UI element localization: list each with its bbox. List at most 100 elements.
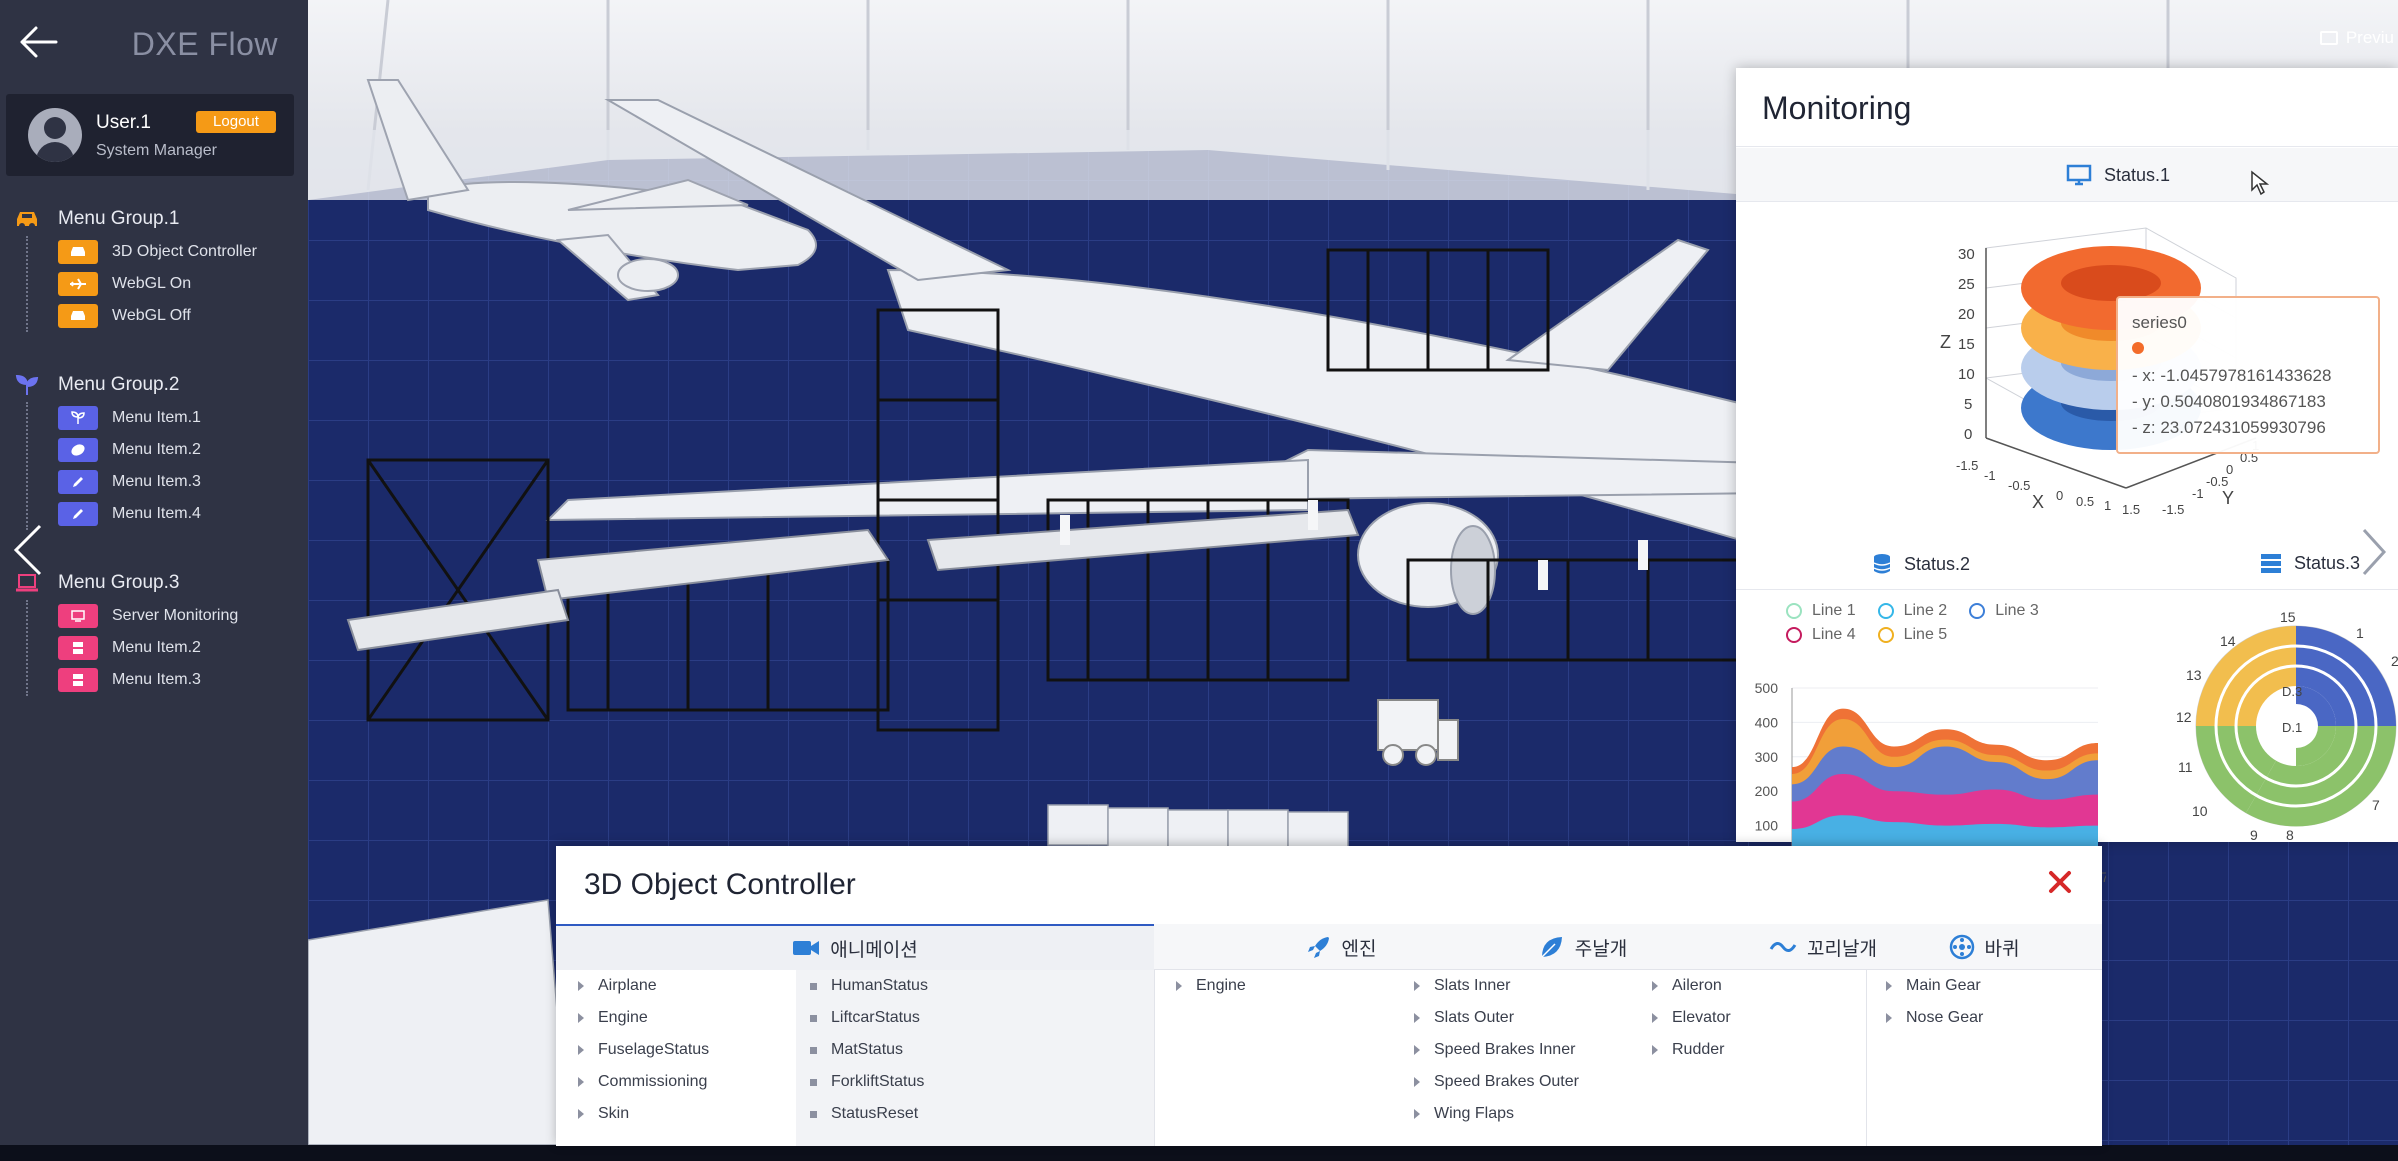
x-tick: -0.5 bbox=[2008, 478, 2030, 493]
close-icon[interactable] bbox=[2046, 868, 2074, 896]
preview-toggle[interactable]: Previu bbox=[2319, 28, 2394, 48]
caret-right-icon bbox=[1652, 1045, 1658, 1055]
menu-group-3-header[interactable]: Menu Group.3 bbox=[14, 566, 304, 600]
pencil-icon bbox=[58, 470, 98, 494]
menu-item-3[interactable]: Menu Item.3 bbox=[58, 664, 304, 696]
avatar bbox=[28, 108, 82, 162]
controller-list-item[interactable]: Engine bbox=[578, 1002, 796, 1034]
caret-right-icon bbox=[1652, 981, 1658, 991]
menu-item-label: Menu Item.4 bbox=[112, 505, 201, 522]
legend-item[interactable]: Line 1 bbox=[1786, 602, 1856, 620]
z-tick: 15 bbox=[1958, 336, 1975, 353]
status-2-label-group[interactable]: Status.2 bbox=[1872, 552, 1970, 576]
status-2-label: Status.2 bbox=[1904, 553, 1971, 574]
menu-item-server-monitoring[interactable]: Server Monitoring bbox=[58, 600, 304, 632]
controller-list-item[interactable]: LiftcarStatus bbox=[810, 1002, 1154, 1034]
controller-list-item[interactable]: Speed Brakes Outer bbox=[1414, 1066, 1634, 1098]
controller-list-item[interactable]: Main Gear bbox=[1886, 970, 2086, 1002]
menu-item-label: Menu Item.3 bbox=[112, 671, 201, 688]
legend-item[interactable]: Line 5 bbox=[1877, 626, 1948, 644]
tab-animation[interactable]: 애니메이션 bbox=[556, 924, 1154, 970]
legend-item[interactable]: Line 4 bbox=[1786, 626, 1856, 644]
car-icon bbox=[17, 212, 37, 229]
chevron-right-icon[interactable] bbox=[2358, 526, 2388, 578]
controller-list-item[interactable]: ForkliftStatus bbox=[810, 1066, 1154, 1098]
controller-list-item[interactable]: Engine bbox=[1176, 970, 1376, 1002]
controller-list-item[interactable]: Slats Outer bbox=[1414, 1002, 1634, 1034]
controller-list-label: StatusReset bbox=[831, 1105, 919, 1122]
menu-item-3[interactable]: Menu Item.3 bbox=[58, 466, 304, 498]
menu-item-4[interactable]: Menu Item.4 bbox=[58, 498, 304, 530]
legend-item[interactable]: Line 3 bbox=[1969, 602, 2039, 620]
x-tick: 0 bbox=[2056, 488, 2063, 503]
menu-item-3d-object-controller[interactable]: 3D Object Controller bbox=[58, 236, 304, 268]
x-tick: 1.5 bbox=[2122, 502, 2140, 517]
caret-right-icon bbox=[578, 1109, 584, 1119]
legend-item[interactable]: Line 2 bbox=[1877, 602, 1947, 620]
controller-list-label: Rudder bbox=[1672, 1041, 1725, 1058]
back-arrow-icon[interactable] bbox=[16, 20, 60, 64]
x-axis-label: X bbox=[2032, 492, 2044, 512]
status-3-label-group[interactable]: Status.3 bbox=[2260, 552, 2360, 574]
user-name: User.1 bbox=[96, 112, 151, 133]
controller-list-item[interactable]: Elevator bbox=[1652, 1002, 1852, 1034]
chevron-left-icon[interactable] bbox=[8, 522, 48, 578]
logout-button[interactable]: Logout bbox=[196, 111, 276, 133]
controller-list-item[interactable]: Airplane bbox=[578, 970, 796, 1002]
monitoring-title: Monitoring bbox=[1762, 90, 1912, 126]
y-tick-label: 500 bbox=[1755, 680, 1779, 696]
chart-legend: Line 1 Line 2 Line 3 Line 4 Line 5 bbox=[1786, 602, 2106, 650]
legend-marker-icon bbox=[1969, 603, 1986, 619]
server-icon bbox=[2261, 554, 2281, 573]
y-tick-label: 100 bbox=[1755, 818, 1779, 834]
controller-list-label: Speed Brakes Outer bbox=[1434, 1073, 1579, 1090]
y-tick: -1.5 bbox=[2162, 502, 2184, 517]
tab-label: 엔진 bbox=[1341, 938, 1377, 960]
monitor-icon bbox=[58, 604, 98, 628]
controller-list-item[interactable]: Commissioning bbox=[578, 1066, 796, 1098]
menu-group-1-header[interactable]: Menu Group.1 bbox=[14, 202, 304, 236]
tooltip-x: - x: -1.0457978161433628 bbox=[2132, 365, 2332, 385]
menu-item-2[interactable]: Menu Item.2 bbox=[58, 632, 304, 664]
legend-label: Line 1 bbox=[1812, 602, 1856, 619]
controller-list-label: LiftcarStatus bbox=[831, 1009, 920, 1026]
menu-item-webgl-on[interactable]: WebGL On bbox=[58, 268, 304, 300]
legend-label: Line 5 bbox=[1903, 626, 1948, 643]
menu-item-label: WebGL On bbox=[112, 275, 192, 292]
menu-item-label: Server Monitoring bbox=[112, 607, 239, 624]
user-role: System Manager bbox=[96, 142, 217, 159]
tab-wheel[interactable]: 바퀴 bbox=[1866, 924, 2102, 970]
controller-list-item[interactable]: Speed Brakes Inner bbox=[1414, 1034, 1634, 1066]
tab-label: 바퀴 bbox=[1984, 938, 2020, 960]
x-tick: 1 bbox=[2104, 498, 2111, 513]
controller-list-item[interactable]: Slats Inner bbox=[1414, 970, 1634, 1002]
controller-list-label: Airplane bbox=[598, 977, 657, 994]
controller-list-item[interactable]: Rudder bbox=[1652, 1034, 1852, 1066]
user-card: User.1 Logout System Manager bbox=[6, 94, 294, 176]
controller-list-label: Slats Inner bbox=[1434, 977, 1511, 994]
controller-list-item[interactable]: Wing Flaps bbox=[1414, 1098, 1634, 1130]
tab-label: 애니메이션 bbox=[830, 939, 918, 961]
menu-item-webgl-off[interactable]: WebGL Off bbox=[58, 300, 304, 332]
polar-tick: 15 bbox=[2280, 609, 2296, 625]
menu-item-1[interactable]: Menu Item.1 bbox=[58, 402, 304, 434]
car-icon bbox=[58, 240, 98, 264]
polar-bar-chart[interactable]: 15 1 2 14 13 12 11 10 9 8 7 D.3 D.1 bbox=[2176, 596, 2398, 842]
controller-list-item[interactable]: FuselageStatus bbox=[578, 1034, 796, 1066]
menu-group-2-header[interactable]: Menu Group.2 bbox=[14, 368, 304, 402]
controller-list-label: HumanStatus bbox=[831, 977, 928, 994]
controller-list-item[interactable]: HumanStatus bbox=[810, 970, 1154, 1002]
status-1-label-group[interactable]: Status.1 bbox=[2066, 164, 2170, 186]
wave-icon bbox=[1769, 942, 1797, 952]
controller-list-item[interactable]: StatusReset bbox=[810, 1098, 1154, 1130]
controller-list-item[interactable]: Skin bbox=[578, 1098, 796, 1130]
controller-list-item[interactable]: Nose Gear bbox=[1886, 1002, 2086, 1034]
controller-list-label: FuselageStatus bbox=[598, 1041, 710, 1058]
controller-list-item[interactable]: Aileron bbox=[1652, 970, 1852, 1002]
engine-list: Engine bbox=[1176, 970, 1376, 1146]
menu-item-2[interactable]: Menu Item.2 bbox=[58, 434, 304, 466]
controller-list-item[interactable]: MatStatus bbox=[810, 1034, 1154, 1066]
controller-tabs: 애니메이션 엔진 주날개 꼬리날개 바퀴 bbox=[556, 924, 2102, 970]
square-bullet-icon bbox=[810, 1078, 817, 1086]
controller-list-label: Aileron bbox=[1672, 977, 1722, 994]
